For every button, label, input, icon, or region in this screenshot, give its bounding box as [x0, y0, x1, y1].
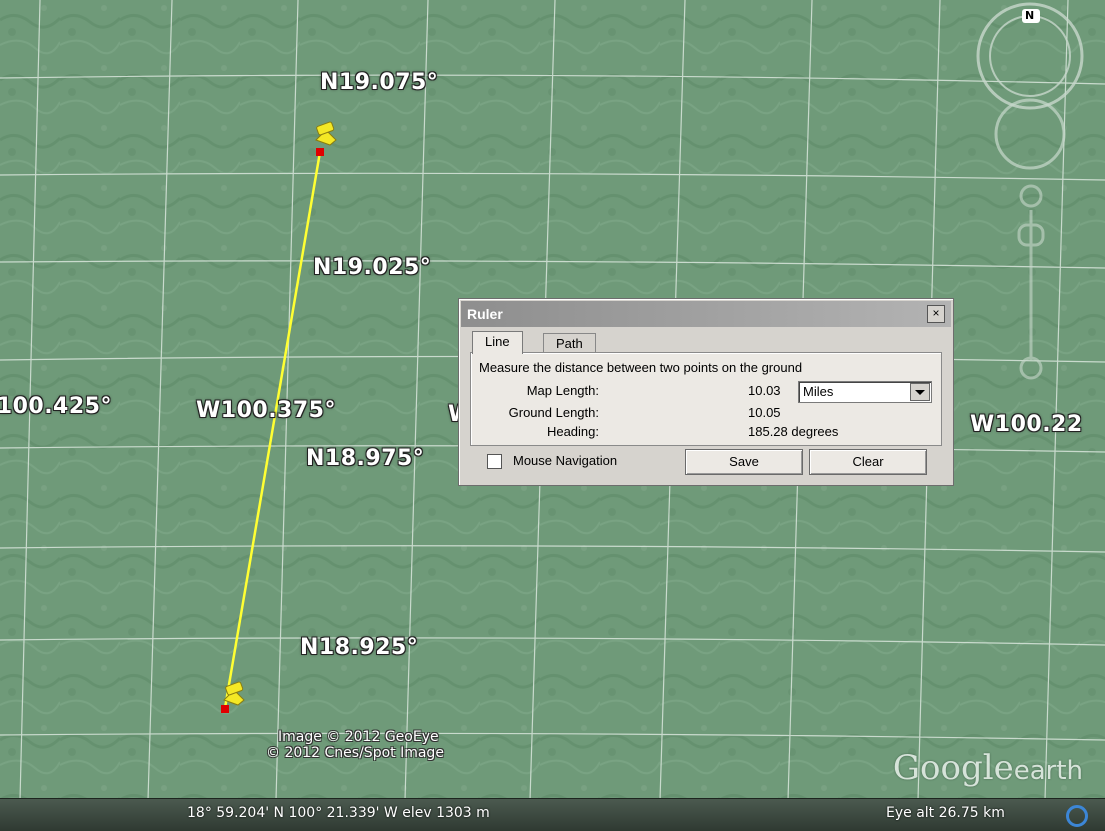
- mouse-navigation-checkbox[interactable]: [487, 454, 502, 469]
- google-earth-logo: Googleearth: [892, 748, 1083, 788]
- tab-line[interactable]: Line: [472, 331, 523, 354]
- clear-button[interactable]: Clear: [809, 449, 927, 475]
- imagery-credit: Image © 2012 GeoEye: [278, 729, 439, 745]
- ruler-description: Measure the distance between two points …: [479, 360, 803, 375]
- ground-length-value: 10.05: [748, 405, 781, 420]
- map-length-label: Map Length:: [526, 383, 599, 398]
- line-tab-panel: Measure the distance between two points …: [470, 352, 942, 446]
- close-button[interactable]: ×: [927, 305, 945, 323]
- longitude-label: W100.375°: [196, 398, 336, 423]
- line-end-marker[interactable]: [221, 705, 229, 713]
- longitude-label: W100.425°: [0, 394, 112, 419]
- latitude-label: N19.075°: [320, 70, 439, 95]
- ruler-dialog: Ruler × Line Path Measure the distance b…: [458, 298, 954, 486]
- longitude-label: W100.22: [970, 412, 1083, 437]
- latitude-label: N18.925°: [300, 635, 419, 660]
- pointer-position: 18° 59.204' N 100° 21.339' W elev 1303 m: [187, 805, 490, 821]
- eye-altitude: Eye alt 26.75 km: [886, 805, 1005, 821]
- heading-value: 185.28 degrees: [748, 424, 839, 439]
- dialog-title: Ruler: [467, 306, 503, 322]
- line-start-marker[interactable]: [316, 148, 324, 156]
- compass-north-label: N: [1025, 9, 1035, 22]
- dialog-titlebar[interactable]: Ruler ×: [461, 301, 951, 327]
- map-length-value: 10.03: [748, 383, 781, 398]
- streaming-indicator-icon: [1066, 805, 1088, 827]
- imagery-credit: © 2012 Cnes/Spot Image: [266, 745, 444, 761]
- latitude-label: N18.975°: [306, 446, 425, 471]
- save-button[interactable]: Save: [685, 449, 803, 475]
- tab-path[interactable]: Path: [543, 333, 596, 354]
- unit-select[interactable]: Miles: [798, 381, 932, 403]
- heading-label: Heading:: [546, 424, 599, 439]
- latitude-label: N19.025°: [313, 255, 432, 280]
- unit-selected: Miles: [803, 384, 834, 399]
- chevron-down-icon[interactable]: [910, 383, 930, 401]
- ground-length-label: Ground Length:: [508, 405, 599, 420]
- mouse-navigation-label[interactable]: Mouse Navigation: [513, 453, 617, 468]
- status-bar: 18° 59.204' N 100° 21.339' W elev 1303 m…: [0, 798, 1105, 831]
